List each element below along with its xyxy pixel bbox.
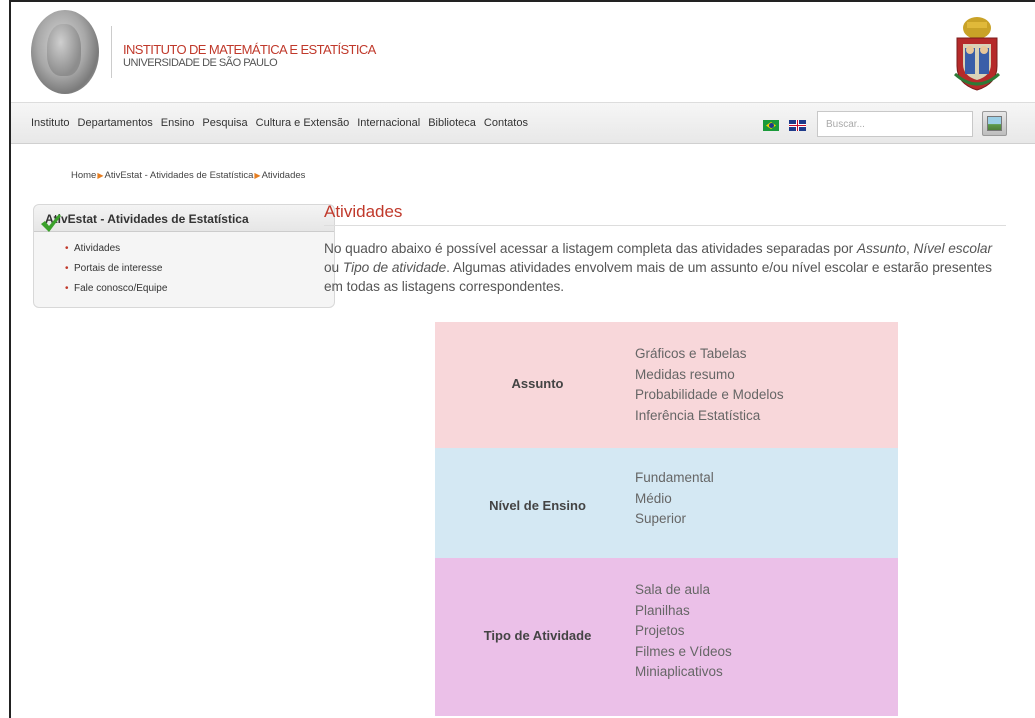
link-miniaplicativos[interactable]: Miniaplicativos (635, 662, 732, 683)
link-medio[interactable]: Médio (635, 489, 714, 510)
link-medidas-resumo[interactable]: Medidas resumo (635, 365, 784, 386)
main-navigation: Instituto Departamentos Ensino Pesquisa … (11, 102, 1035, 144)
breadcrumb-arrow-icon: ▶ (254, 171, 261, 180)
intro-emphasis-tipo: Tipo de atividade (342, 260, 447, 275)
page-title: Atividades (324, 202, 403, 221)
link-inferencia-estatistica[interactable]: Inferência Estatística (635, 406, 784, 427)
link-graficos-tabelas[interactable]: Gráficos e Tabelas (635, 344, 784, 365)
sidebar-item-label: Portais de interesse (74, 263, 163, 274)
row-values-tipo-atividade: Sala de aula Planilhas Projetos Filmes e… (635, 580, 732, 683)
nav-item-departamentos[interactable]: Departamentos (78, 117, 153, 129)
breadcrumb-home[interactable]: Home (71, 170, 96, 181)
link-superior[interactable]: Superior (635, 509, 714, 530)
bullet-icon: • (65, 243, 69, 254)
checkmark-icon (41, 214, 61, 232)
row-label-assunto: Assunto (511, 376, 564, 391)
institute-name[interactable]: INSTITUTO DE MATEMÁTICA E ESTATÍSTICA (123, 42, 376, 57)
sidebar-item-label: Fale conosco/Equipe (74, 283, 168, 294)
sidebar-title: AtivEstat - Atividades de Estatística (34, 205, 334, 232)
brazil-flag-icon[interactable] (763, 120, 779, 131)
breadcrumb: Home▶AtivEstat - Atividades de Estatísti… (71, 170, 305, 181)
search-input[interactable] (817, 111, 973, 137)
uk-flag-icon[interactable] (789, 120, 806, 131)
nav-menu: Instituto Departamentos Ensino Pesquisa … (31, 117, 536, 129)
link-projetos[interactable]: Projetos (635, 621, 732, 642)
category-table: Assunto Gráficos e Tabelas Medidas resum… (435, 322, 898, 716)
link-fundamental[interactable]: Fundamental (635, 468, 714, 489)
site-header: INSTITUTO DE MATEMÁTICA E ESTATÍSTICA UN… (11, 2, 1035, 102)
row-tipo-atividade: Tipo de Atividade Sala de aula Planilhas… (435, 558, 898, 716)
sidebar-menu: AtivEstat - Atividades de Estatística • A… (33, 204, 335, 308)
intro-emphasis-nivel: Nível escolar (913, 241, 993, 256)
nav-item-biblioteca[interactable]: Biblioteca (428, 117, 476, 129)
nav-item-internacional[interactable]: Internacional (357, 117, 420, 129)
intro-text: ou (324, 260, 343, 275)
university-name[interactable]: UNIVERSIDADE DE SÃO PAULO (123, 57, 278, 69)
usp-crest-icon[interactable] (953, 14, 1001, 92)
nav-item-instituto[interactable]: Instituto (31, 117, 70, 129)
nav-item-contatos[interactable]: Contatos (484, 117, 528, 129)
nav-item-pesquisa[interactable]: Pesquisa (202, 117, 247, 129)
sidebar-item-portais[interactable]: • Portais de interesse (34, 259, 334, 279)
sidebar-item-fale-conosco[interactable]: • Fale conosco/Equipe (34, 279, 334, 299)
link-filmes-videos[interactable]: Filmes e Vídeos (635, 642, 732, 663)
intro-paragraph: No quadro abaixo é possível acessar a li… (324, 239, 1009, 296)
row-nivel-ensino: Nível de Ensino Fundamental Médio Superi… (435, 448, 898, 558)
row-values-nivel-ensino: Fundamental Médio Superior (635, 468, 714, 530)
nav-item-cultura-extensao[interactable]: Cultura e Extensão (256, 117, 350, 129)
row-label-tipo-atividade: Tipo de Atividade (483, 628, 592, 643)
sidebar-item-atividades[interactable]: • Atividades (34, 239, 334, 259)
link-probabilidade-modelos[interactable]: Probabilidade e Modelos (635, 385, 784, 406)
title-divider (324, 225, 1006, 226)
breadcrumb-arrow-icon: ▶ (97, 171, 104, 180)
bullet-icon: • (65, 263, 69, 274)
sidebar-item-label: Atividades (74, 243, 121, 254)
intro-text: , (906, 241, 914, 256)
logo-divider (111, 26, 112, 78)
bullet-icon: • (65, 283, 69, 294)
intro-emphasis-assunto: Assunto (856, 241, 907, 256)
link-sala-de-aula[interactable]: Sala de aula (635, 580, 732, 601)
search-image-icon (987, 116, 1002, 131)
breadcrumb-ativestat[interactable]: AtivEstat - Atividades de Estatística (105, 170, 254, 181)
search-button[interactable] (982, 111, 1007, 136)
euclid-logo[interactable] (31, 10, 99, 94)
row-assunto: Assunto Gráficos e Tabelas Medidas resum… (435, 322, 898, 448)
link-planilhas[interactable]: Planilhas (635, 601, 732, 622)
sidebar-list: • Atividades • Portais de interesse • Fale … (34, 239, 334, 299)
breadcrumb-current: Atividades (261, 170, 306, 181)
browser-frame: INSTITUTO DE MATEMÁTICA E ESTATÍSTICA UN… (9, 0, 1035, 718)
nav-item-ensino[interactable]: Ensino (161, 117, 195, 129)
intro-text: No quadro abaixo é possível acessar a li… (324, 241, 857, 256)
row-label-nivel-ensino: Nível de Ensino (489, 498, 586, 513)
row-values-assunto: Gráficos e Tabelas Medidas resumo Probab… (635, 344, 784, 426)
